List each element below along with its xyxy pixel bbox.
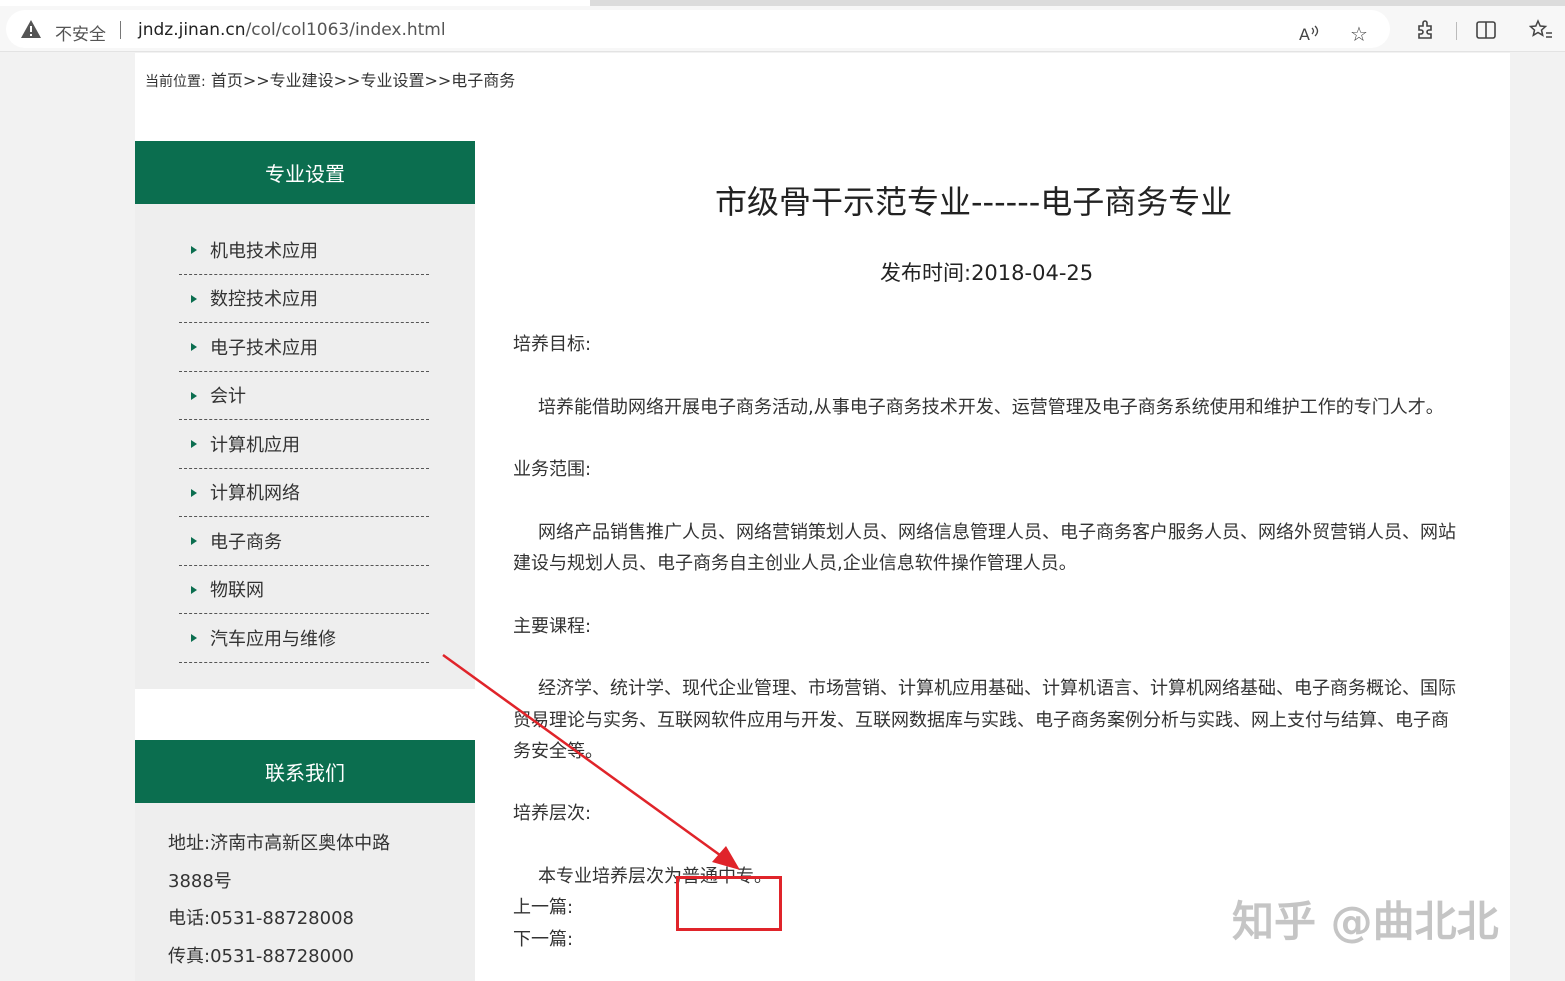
read-aloud-icon[interactable]: A	[1297, 22, 1321, 46]
breadcrumb-prefix: 当前位置:	[145, 74, 206, 90]
url-separator	[120, 21, 121, 39]
nav-item-ecommerce[interactable]: 电子商务	[179, 517, 429, 566]
nav-item-label: 机电技术应用	[210, 240, 318, 262]
bullet-icon	[191, 537, 197, 545]
bullet-icon	[191, 488, 197, 497]
url-path: /col/col1063/index.html	[245, 20, 446, 40]
bullet-icon	[191, 246, 197, 254]
contact-panel: 联系我们 地址:济南市高新区奥体中路 3888号 电话:0531-8872800…	[135, 740, 475, 981]
article-title: 市级骨干示范专业------电子商务专业	[715, 183, 1233, 221]
contact-address-line2: 3888号	[168, 870, 232, 892]
nav-item-computer-apps[interactable]: 计算机应用	[179, 420, 429, 469]
section-body-courses: 经济学、统计学、现代企业管理、市场营销、计算机应用基础、计算机语言、计算机网络基…	[513, 678, 1456, 762]
nav-item-mechatronics[interactable]: 机电技术应用	[179, 226, 429, 275]
annotation-highlight-box	[676, 876, 782, 931]
security-label[interactable]: 不安全	[55, 20, 106, 45]
nav-item-label: 会计	[210, 386, 246, 408]
nav-item-electronics[interactable]: 电子技术应用	[179, 323, 429, 372]
address-bar: 不安全 jndz.jinan.cn/col/col1063/index.html…	[0, 6, 1565, 52]
nav-item-label: 物联网	[210, 580, 264, 602]
split-screen-icon[interactable]	[1474, 18, 1498, 42]
bullet-icon	[191, 634, 197, 642]
contact-title: 联系我们	[135, 740, 475, 803]
section-heading-scope: 业务范围:	[513, 459, 592, 481]
nav-item-label: 数控技术应用	[210, 289, 318, 311]
section-heading-goal: 培养目标:	[513, 334, 592, 355]
nav-item-computer-network[interactable]: 计算机网络	[179, 469, 429, 517]
toolbar-divider	[1456, 22, 1457, 40]
contact-info: 地址:济南市高新区奥体中路 3888号 电话:0531-88728008 传真:…	[135, 803, 475, 975]
page-content: 当前位置: 首页>>专业建设>>专业设置>>电子商务 专业设置 机电技术应用 数…	[135, 53, 1510, 981]
major-settings-title: 专业设置	[135, 141, 475, 204]
section-heading-level: 培养层次:	[513, 803, 592, 825]
major-nav-list: 机电技术应用 数控技术应用 电子技术应用 会计 计算机应用 计算机网络 电子商务…	[135, 204, 475, 689]
contact-phone: 电话:0531-88728008	[168, 908, 354, 929]
nav-item-label: 计算机应用	[210, 434, 300, 456]
nav-item-cnc[interactable]: 数控技术应用	[179, 275, 429, 323]
svg-text:A: A	[1299, 25, 1310, 44]
nav-item-label: 电子商务	[210, 531, 282, 553]
nav-item-label: 汽车应用与维修	[210, 628, 336, 650]
bullet-icon	[191, 343, 197, 351]
favorites-list-icon[interactable]	[1529, 18, 1553, 42]
nav-item-iot[interactable]: 物联网	[179, 566, 429, 614]
extensions-icon[interactable]	[1414, 18, 1438, 42]
nav-item-label: 电子技术应用	[210, 337, 318, 359]
watermark: 知乎 @曲北北	[1232, 897, 1499, 946]
breadcrumb: 当前位置: 首页>>专业建设>>专业设置>>电子商务	[145, 67, 515, 91]
url-box[interactable]: 不安全 jndz.jinan.cn/col/col1063/index.html…	[6, 10, 1390, 48]
section-heading-courses: 主要课程:	[513, 615, 592, 637]
bullet-icon	[191, 440, 197, 448]
publish-date: 发布时间:2018-04-25	[880, 261, 1094, 285]
contact-address-line1: 地址:济南市高新区奥体中路	[168, 833, 391, 854]
section-body-scope: 网络产品销售推广人员、网络营销策划人员、网络信息管理人员、电子商务客户服务人员、…	[513, 521, 1456, 575]
url-host: jndz.jinan.cn	[138, 20, 246, 40]
bullet-icon	[191, 294, 197, 303]
breadcrumb-path[interactable]: 首页>>专业建设>>专业设置>>电子商务	[211, 71, 515, 90]
section-body-goal: 培养能借助网络开展电子商务活动,从事电子商务技术开发、运营管理及电子商务系统使用…	[538, 396, 1444, 418]
bullet-icon	[191, 391, 197, 400]
article-body: 培养目标: 培养能借助网络开展电子商务活动,从事电子商务技术开发、运营管理及电子…	[513, 329, 1463, 955]
major-settings-panel: 专业设置 机电技术应用 数控技术应用 电子技术应用 会计 计算机应用 计算机网络…	[135, 141, 475, 689]
bullet-icon	[191, 585, 197, 594]
warning-icon[interactable]	[20, 19, 42, 39]
contact-fax: 传真:0531-88728000	[168, 945, 354, 967]
nav-item-label: 计算机网络	[210, 483, 300, 505]
favorite-star-icon[interactable]: ☆	[1347, 22, 1371, 46]
url-text[interactable]: jndz.jinan.cn/col/col1063/index.html	[138, 20, 446, 40]
nav-item-auto-repair[interactable]: 汽车应用与维修	[179, 614, 429, 663]
nav-item-accounting[interactable]: 会计	[179, 372, 429, 420]
